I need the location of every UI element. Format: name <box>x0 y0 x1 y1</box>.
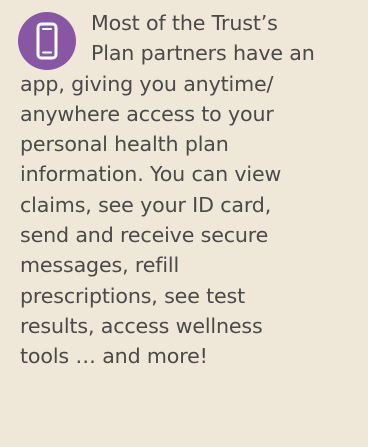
smartphone-icon <box>36 22 58 60</box>
app-info-panel: Most of the Trust’s Plan partners have a… <box>0 0 368 447</box>
paragraph-line: anywhere access to your <box>20 101 274 126</box>
paragraph-line: information. You can view <box>20 162 282 187</box>
paragraph-line: personal health plan <box>20 132 229 157</box>
paragraph-line: results, access wellness <box>20 313 263 338</box>
paragraph-line: messages, refill <box>20 253 180 278</box>
paragraph-line: claims, see your ID card, <box>20 192 272 217</box>
paragraph-line: tools … and more! <box>20 344 208 369</box>
phone-badge <box>18 12 76 70</box>
paragraph-line: send and receive secure <box>20 223 269 248</box>
paragraph-line: app, giving you anytime/ <box>20 71 274 96</box>
paragraph-line: prescriptions, see test <box>20 283 246 308</box>
